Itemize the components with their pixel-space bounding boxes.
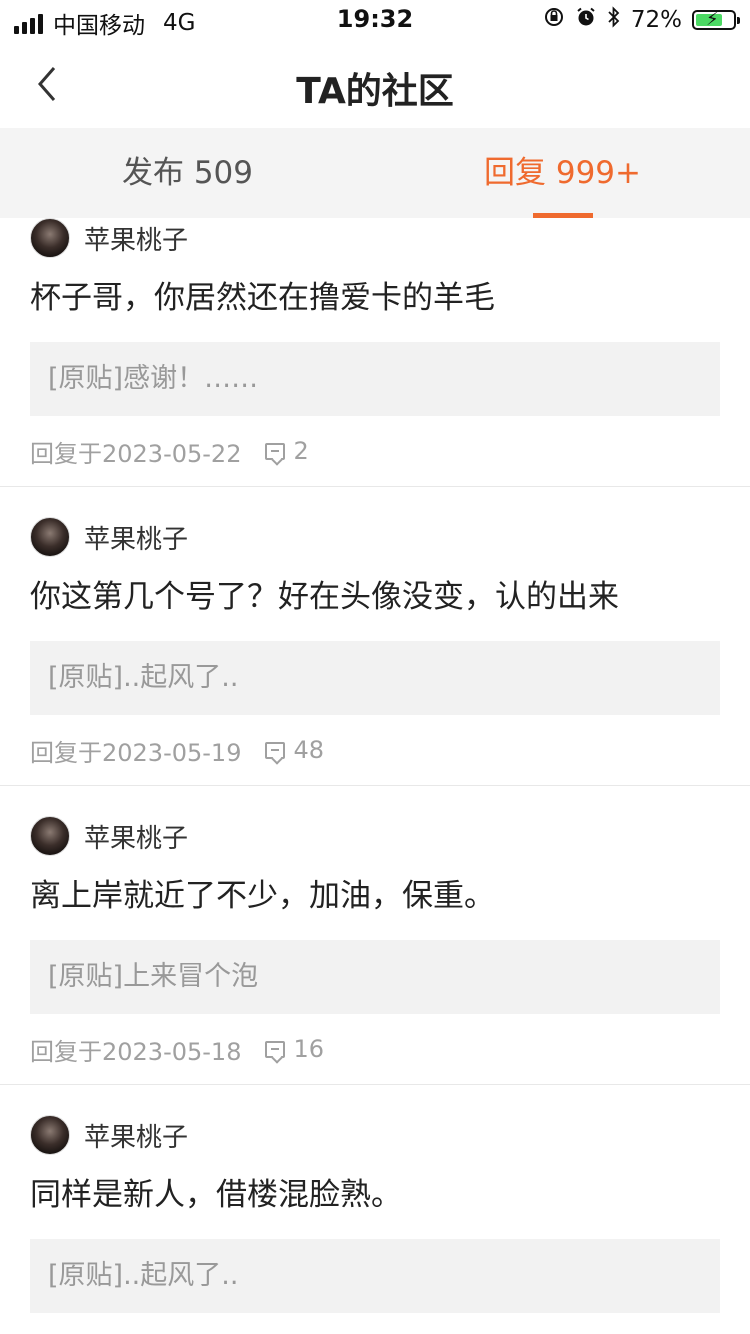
comment-count-value: 48 [293,736,325,764]
original-post-quote[interactable]: [原贴]感谢！…… [30,342,720,416]
reply-meta: 回复于2023-05-18 16 [30,1014,720,1084]
comment-count[interactable]: 48 [265,736,324,764]
username[interactable]: 苹果桃子 [84,818,188,855]
username[interactable]: 苹果桃子 [84,1117,188,1154]
avatar[interactable] [30,218,70,258]
original-post-quote[interactable]: [原贴]..起风了.. [30,641,720,715]
page-title: TA的社区 [296,71,454,112]
user-row: 苹果桃子 [30,1115,720,1155]
tab-replies[interactable]: 回复 999+ [375,128,750,218]
reply-content: 同样是新人，借楼混脸熟。 [30,1177,402,1213]
reply-date: 回复于2023-05-22 [30,439,242,468]
battery-percent: 72% [630,7,682,33]
reply-content: 杯子哥，你居然还在撸爱卡的羊毛 [30,280,495,316]
username[interactable]: 苹果桃子 [84,519,188,556]
tab-bar: 发布 509 回复 999+ [0,128,750,218]
rotation-lock-icon [543,6,565,34]
reply-date: 回复于2023-05-19 [30,738,242,767]
avatar[interactable] [30,816,70,856]
username[interactable]: 苹果桃子 [84,220,188,257]
status-bar: 中国移动 4G 19:32 72% ⚡ [0,0,750,40]
reply-content: 离上岸就近了不少，加油，保重。 [30,878,495,914]
comment-count[interactable]: 16 [265,1035,324,1063]
reply-meta: 回复于2023-05-22 2 [30,416,720,486]
list-item[interactable]: 苹果桃子 离上岸就近了不少，加油，保重。 [原贴]上来冒个泡 回复于2023-0… [0,786,750,1085]
comment-count-value: 2 [293,437,309,465]
comment-icon [265,1040,286,1058]
original-post-quote[interactable]: [原贴]上来冒个泡 [30,940,720,1014]
list-item[interactable]: 苹果桃子 你这第几个号了？好在头像没变，认的出来 [原贴]..起风了.. 回复于… [0,487,750,786]
reply-list: 苹果桃子 杯子哥，你居然还在撸爱卡的羊毛 [原贴]感谢！…… 回复于2023-0… [0,218,750,1313]
tab-posts[interactable]: 发布 509 [0,128,375,218]
comment-count[interactable]: 2 [265,437,309,465]
tab-replies-label: 回复 999+ [484,155,641,191]
reply-date: 回复于2023-05-18 [30,1037,242,1066]
nav-bar: TA的社区 [0,40,750,129]
list-item[interactable]: 苹果桃子 杯子哥，你居然还在撸爱卡的羊毛 [原贴]感谢！…… 回复于2023-0… [0,218,750,487]
alarm-icon [575,6,597,34]
battery-icon: ⚡ [692,9,740,30]
tab-posts-label: 发布 509 [121,155,254,191]
avatar[interactable] [30,1115,70,1155]
list-item[interactable]: 苹果桃子 同样是新人，借楼混脸熟。 [原贴]..起风了.. [0,1085,750,1313]
charging-bolt-icon: ⚡ [706,9,719,30]
reply-content: 你这第几个号了？好在头像没变，认的出来 [30,579,619,615]
avatar[interactable] [30,517,70,557]
reply-meta: 回复于2023-05-19 48 [30,715,720,785]
user-row: 苹果桃子 [30,218,720,258]
bluetooth-icon [607,6,621,34]
original-post-quote[interactable]: [原贴]..起风了.. [30,1239,720,1313]
comment-icon [265,741,286,759]
user-row: 苹果桃子 [30,816,720,856]
comment-count-value: 16 [293,1035,325,1063]
comment-icon [265,442,286,460]
user-row: 苹果桃子 [30,517,720,557]
